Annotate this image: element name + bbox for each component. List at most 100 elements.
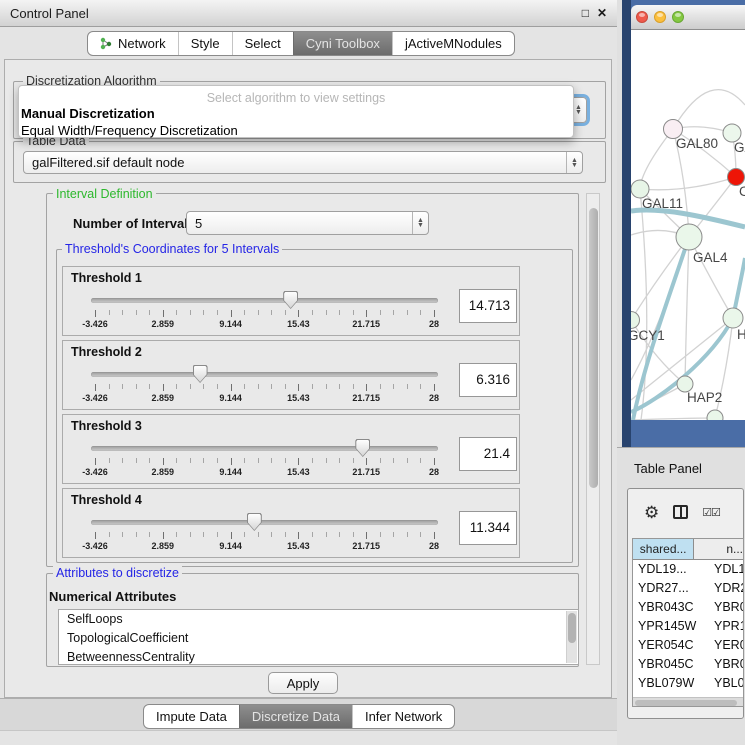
table-cell[interactable]: YDR27... [633,579,709,598]
slider-tick [393,458,394,463]
threshold-value-field[interactable]: 21.4 [459,437,517,471]
threshold-value-field[interactable]: 6.316 [459,363,517,397]
slider-tick [109,532,110,537]
table-cell[interactable]: YBR043C [633,598,709,617]
table-horizontal-scrollbar[interactable] [633,697,743,706]
combo-stepper-icon[interactable]: ▲▼ [566,152,582,173]
attribute-list-item[interactable]: SelfLoops [59,610,578,629]
table-row[interactable]: YBL079WYBL0... [633,674,743,693]
network-edge[interactable] [631,418,715,420]
tab-cyni-toolbox[interactable]: Cyni Toolbox [293,32,392,55]
network-node-h[interactable] [723,308,743,328]
network-edge[interactable] [631,237,689,320]
slider-tick [420,458,421,463]
network-view[interactable]: GAL80GACGAL11GAL4GCY1HHAP2 [631,30,745,420]
table-cell[interactable]: YDL1... [709,560,743,579]
table-row[interactable]: YBR045CYBR0... [633,655,743,674]
table-cell[interactable]: YBL0... [709,674,743,693]
network-edge[interactable] [640,177,736,190]
threshold-slider-track[interactable] [91,298,438,303]
threshold-slider-track[interactable] [91,520,438,525]
table-cell[interactable]: YER054C [633,636,709,655]
table-cell[interactable]: YER0... [709,636,743,655]
slider-tick [95,310,96,317]
table-row[interactable]: YBR043CYBR0... [633,598,743,617]
slider-tick [407,532,408,537]
table-cell[interactable]: YBR0... [709,655,743,674]
tab-network[interactable]: Network [88,32,178,55]
numerical-attributes-list: SelfLoopsTopologicalCoefficientBetweenne… [58,609,579,665]
attributes-list-scrollbar[interactable] [566,611,577,663]
slider-tick [393,384,394,389]
slider-tick [203,458,204,463]
threshold-label: Threshold 3 [71,419,142,433]
algorithm-option[interactable]: Manual Discretization [19,105,573,122]
table-cell[interactable]: YBR045C [633,655,709,674]
table-data-combo[interactable]: galFiltered.sif default node ▲▼ [23,151,583,174]
apply-button[interactable]: Apply [268,672,338,694]
slider-tick-label: 21.715 [344,319,388,329]
threshold-value-field[interactable]: 14.713 [459,289,517,323]
network-node-gcy1[interactable] [631,312,640,329]
checkbox-columns-icon[interactable]: ☑☑ [702,506,720,519]
table-cell[interactable]: YPR145W [633,617,709,636]
float-window-icon[interactable]: □ [582,6,589,20]
column-header-name[interactable]: n... [694,539,743,559]
gear-icon[interactable]: ⚙ [644,504,659,521]
slider-tick-label: -3.426 [73,541,117,551]
threshold-slider-thumb[interactable] [247,513,262,531]
table-cell[interactable]: YDR2... [709,579,743,598]
minimize-traffic-light-icon[interactable] [654,11,666,23]
table-cell[interactable]: YDL19... [633,560,709,579]
table-row[interactable]: YPR145WYPR1... [633,617,743,636]
tab-discretize-data[interactable]: Discretize Data [239,705,352,728]
network-edge[interactable] [640,129,673,189]
network-window: GAL80GACGAL11GAL4GCY1HHAP2 [631,5,745,445]
column-header-shared-name[interactable]: shared... [633,539,694,559]
threshold-slider-track[interactable] [91,372,438,377]
table-row[interactable]: YDR27...YDR2... [633,579,743,598]
interval-definition-label: Interval Definition [53,187,156,201]
network-graph[interactable]: GAL80GACGAL11GAL4GCY1HHAP2 [631,30,745,420]
network-edge[interactable] [685,237,689,384]
table-cell[interactable]: YPR1... [709,617,743,636]
threshold-slider-thumb[interactable] [355,439,370,457]
algorithm-option[interactable]: Equal Width/Frequency Discretization [19,122,573,139]
network-node[interactable] [707,410,723,420]
table-cell[interactable]: YBL079W [633,674,709,693]
column-layout-icon[interactable] [673,505,688,519]
slider-tick [339,310,340,315]
table-cell[interactable]: YBR0... [709,598,743,617]
slider-tick [163,310,164,317]
slider-tick [190,310,191,315]
tab-impute-data[interactable]: Impute Data [144,705,239,728]
panel-vertical-scrollbar[interactable] [586,193,600,665]
slider-tick [298,458,299,465]
slider-tick [407,458,408,463]
network-edge[interactable] [673,90,745,129]
table-row[interactable]: YDL19...YDL1... [633,560,743,579]
threshold-label: Threshold 1 [71,271,142,285]
tab-select[interactable]: Select [232,32,293,55]
threshold-slider-thumb[interactable] [193,365,208,383]
attribute-list-item[interactable]: BetweennessCentrality [59,648,578,665]
table-row[interactable]: YER054CYER0... [633,636,743,655]
network-node-gal4[interactable] [676,224,702,250]
close-icon[interactable]: ✕ [597,6,607,20]
threshold-slider-track[interactable] [91,446,438,451]
close-traffic-light-icon[interactable] [636,11,648,23]
tab-jactivemnodules[interactable]: jActiveMNodules [392,32,514,55]
threshold-slider-thumb[interactable] [283,291,298,309]
threshold-value-field[interactable]: 11.344 [459,511,517,545]
attribute-list-item[interactable]: TopologicalCoefficient [59,629,578,648]
tab-infer-network[interactable]: Infer Network [352,705,454,728]
combo-stepper-icon[interactable]: ▲▼ [412,212,428,234]
slider-tick [244,458,245,463]
slider-tick [258,458,259,463]
network-window-titlebar[interactable] [631,5,745,30]
network-node-c[interactable] [728,169,745,186]
number-of-intervals-combo[interactable]: 5 ▲▼ [186,211,429,235]
window-divider[interactable] [622,0,631,447]
tab-style[interactable]: Style [178,32,232,55]
zoom-traffic-light-icon[interactable] [672,11,684,23]
